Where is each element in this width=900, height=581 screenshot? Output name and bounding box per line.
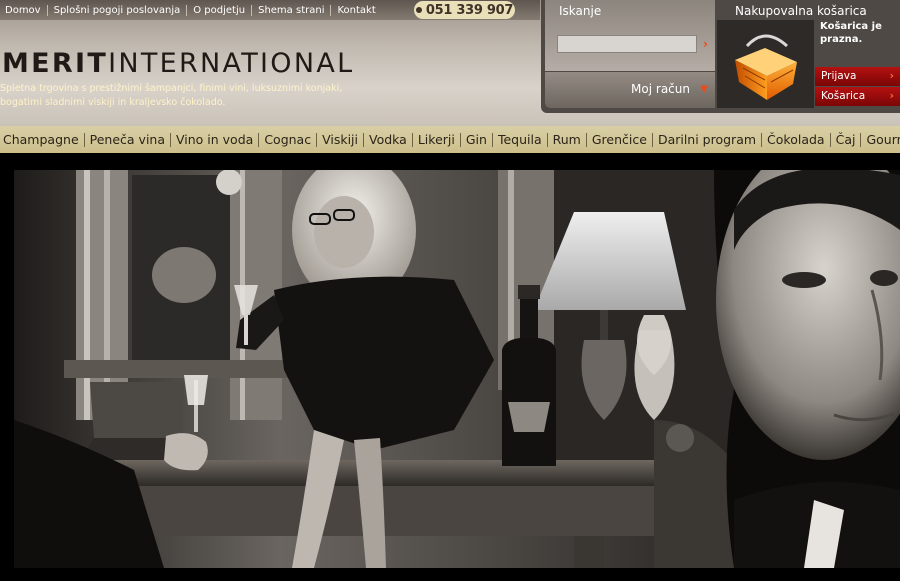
hero-photo-illustration — [14, 170, 900, 568]
category-navigation: Champagne Peneča vina Vino in voda Cogna… — [0, 126, 900, 153]
spacer-bar — [0, 153, 900, 170]
topnav-about-link[interactable]: O podjetju — [193, 5, 245, 16]
category-vodka[interactable]: Vodka — [364, 132, 412, 147]
category-wine-and-water[interactable]: Vino in voda — [171, 132, 258, 147]
site-tagline: Spletna trgovina s prestižnimi šampanjci… — [0, 83, 343, 108]
category-cognac[interactable]: Cognac — [259, 132, 316, 147]
category-chocolate[interactable]: Čokolada — [762, 132, 830, 147]
login-button-label: Prijava — [821, 70, 857, 82]
arrow-right-icon: › — [889, 90, 894, 102]
category-gin[interactable]: Gin — [461, 132, 492, 147]
site-header: Domov Splošni pogoji poslovanja O podjet… — [0, 0, 900, 126]
login-button[interactable]: Prijava › — [815, 67, 900, 86]
my-account-label: Moj račun — [631, 82, 690, 96]
cart-button[interactable]: Košarica › — [815, 87, 900, 106]
category-tequila[interactable]: Tequila — [493, 132, 547, 147]
page-bottom-bar — [0, 568, 900, 581]
shopping-basket-graphic — [735, 34, 797, 100]
topnav-separator — [330, 4, 332, 16]
cart-button-label: Košarica — [821, 90, 866, 102]
category-rum[interactable]: Rum — [548, 132, 586, 147]
arrow-right-icon: › — [889, 70, 894, 82]
category-gourmet[interactable]: Gourmet — [861, 132, 900, 147]
search-submit-arrow-icon[interactable]: › — [703, 37, 713, 51]
header-panel: Iskanje › Moj račun ▼ Nakupovalna košari… — [541, 0, 900, 113]
topnav-separator — [186, 4, 188, 16]
topnav-separator — [46, 4, 48, 16]
category-sparkling-wine[interactable]: Peneča vina — [85, 132, 170, 147]
topnav-contact-link[interactable]: Kontakt — [337, 5, 375, 16]
cart-status-text: Košarica je prazna. — [820, 21, 882, 45]
category-whisky[interactable]: Viskiji — [317, 132, 363, 147]
cart-title: Nakupovalna košarica — [735, 4, 867, 18]
topnav-sitemap-link[interactable]: Shema strani — [258, 5, 324, 16]
category-gift-program[interactable]: Darilni program — [653, 132, 761, 147]
logo-part-merit: MERIT — [2, 48, 109, 79]
search-label: Iskanje — [559, 4, 602, 18]
category-bitters[interactable]: Grenčice — [587, 132, 652, 147]
phone-number-badge: 051 339 907 — [414, 1, 515, 19]
logo-part-international: INTERNATIONAL — [108, 48, 355, 79]
category-tea[interactable]: Čaj — [831, 132, 861, 147]
shopping-basket-icon[interactable] — [717, 20, 814, 108]
site-logo[interactable]: MERITINTERNATIONAL — [2, 48, 354, 79]
topnav-terms-link[interactable]: Splošni pogoji poslovanja — [54, 5, 181, 16]
search-input[interactable] — [557, 35, 697, 53]
chevron-down-icon: ▼ — [700, 84, 708, 95]
category-champagne[interactable]: Champagne — [0, 132, 84, 147]
hero-banner-image[interactable] — [14, 170, 900, 568]
category-liqueurs[interactable]: Likerji — [413, 132, 460, 147]
topnav-separator — [251, 4, 253, 16]
phone-number: 051 339 907 — [425, 2, 514, 18]
phone-dot-icon — [415, 7, 422, 13]
my-account-button[interactable]: Moj račun ▼ — [545, 72, 715, 108]
topnav-home-link[interactable]: Domov — [5, 5, 41, 16]
search-section: Iskanje › — [545, 0, 715, 71]
